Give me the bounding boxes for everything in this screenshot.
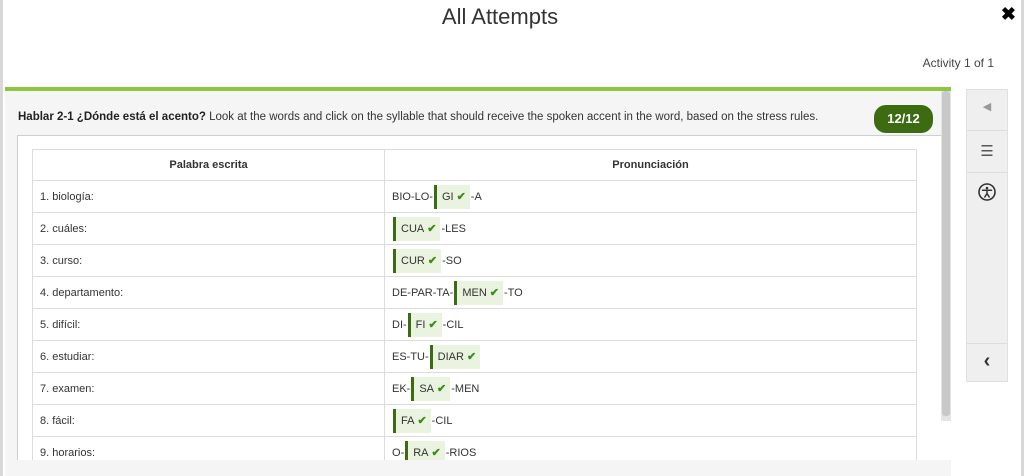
table-row: 1. biología: BIO-LO- GI ✔ -A (32, 180, 917, 213)
pronunciation-cell: BIO-LO- GI ✔ -A (384, 180, 917, 213)
syllable-after[interactable]: -MEN (451, 383, 479, 395)
stressed-syllable[interactable]: DIAR ✔ (429, 344, 481, 369)
table-row: 7. examen: EK- SA ✔ -MEN (32, 372, 917, 405)
stressed-syllable[interactable]: FI ✔ (407, 312, 442, 337)
stressed-syllable[interactable]: GI ✔ (433, 184, 470, 209)
word-cell: 7. examen: (32, 372, 385, 405)
pronunciation-cell: DE-PAR-TA- MEN ✔ -TO (384, 276, 917, 309)
score-badge: 12/12 (874, 105, 933, 133)
checkmark-icon: ✔ (456, 190, 466, 203)
stressed-syllable-label: FA (401, 414, 415, 427)
stressed-syllable-label: GI (441, 190, 454, 203)
word-cell: 1. biología: (32, 180, 385, 213)
stressed-syllable[interactable]: SA ✔ (411, 376, 451, 401)
answers-table: Palabra escrita Pronunciación 1. biologí… (32, 149, 917, 469)
syllable-after[interactable]: -CIL (432, 415, 453, 427)
content-scrollbar[interactable] (941, 91, 951, 421)
checkmark-icon: ✔ (428, 318, 438, 331)
checkmark-icon: ✔ (489, 286, 499, 299)
stressed-syllable-label: RA (413, 446, 429, 459)
scrollbar-thumb[interactable] (942, 91, 950, 416)
word-cell: 4. departamento: (32, 276, 385, 309)
menu-icon[interactable]: ☰ (967, 142, 1007, 160)
modal-left-edge (0, 0, 3, 476)
side-divider (967, 343, 1007, 344)
table-row: 4. departamento: DE-PAR-TA- MEN ✔ -TO (32, 276, 917, 309)
pronunciation-cell: CUA ✔ -LES (384, 212, 917, 245)
checkmark-icon: ✔ (427, 254, 438, 267)
syllable-before[interactable]: ES-TU- (392, 351, 429, 363)
syllable-before[interactable]: O- (392, 447, 404, 459)
syllable-after[interactable]: -SO (442, 255, 462, 267)
table-row: 6. estudiar: ES-TU- DIAR ✔ (32, 340, 917, 373)
syllable-after[interactable]: -RIOS (446, 447, 477, 459)
side-toolbar: ◀ ☰ ‹ (966, 89, 1008, 382)
syllable-after[interactable]: -LES (441, 223, 465, 235)
side-divider (967, 130, 1007, 131)
word-cell: 3. curso: (32, 244, 385, 277)
pronunciation-cell: EK- SA ✔ -MEN (384, 372, 917, 405)
stressed-syllable-label: MEN (462, 286, 487, 299)
word-cell: 2. cuáles: (32, 212, 385, 245)
activity-instructions: Hablar 2-1 ¿Dónde está el acento? Look a… (18, 110, 858, 124)
modal-title: All Attempts (441, 4, 559, 29)
accessibility-icon[interactable] (967, 182, 1007, 207)
prev-arrow-icon[interactable]: ◀ (967, 100, 1007, 113)
pronunciation-cell: CUR ✔ -SO (384, 244, 917, 277)
attempts-modal: All Attempts ✖ Activity 1 of 1 Hablar 2-… (0, 0, 1024, 476)
syllable-after[interactable]: -TO (504, 287, 523, 299)
accessibility-icon-svg (978, 183, 996, 201)
stressed-syllable-label: FI (415, 318, 426, 331)
pronunciation-cell: ES-TU- DIAR ✔ (384, 340, 917, 373)
header-palabra-escrita: Palabra escrita (32, 149, 385, 181)
header-pronunciacion: Pronunciación (384, 149, 917, 181)
syllable-after[interactable]: -CIL (443, 319, 464, 331)
table-header-row: Palabra escrita Pronunciación (32, 149, 917, 181)
activity-content: Hablar 2-1 ¿Dónde está el acento? Look a… (5, 91, 951, 476)
stressed-syllable[interactable]: CUA ✔ (393, 216, 441, 241)
pronunciation-cell: DI- FI ✔ -CIL (384, 308, 917, 341)
syllable-before[interactable]: BIO-LO- (392, 191, 433, 203)
stressed-syllable-label: CUR (401, 254, 425, 267)
table-row: 5. difícil: DI- FI ✔ -CIL (32, 308, 917, 341)
checkmark-icon: ✔ (427, 222, 437, 235)
table-row: 3. curso: CUR ✔ -SO (32, 244, 917, 277)
word-cell: 6. estudiar: (32, 340, 385, 373)
syllable-before[interactable]: DI- (392, 319, 407, 331)
checkmark-icon: ✔ (437, 382, 447, 395)
syllable-before[interactable]: EK- (392, 383, 410, 395)
checkmark-icon: ✔ (431, 446, 441, 459)
table-row: 2. cuáles: CUA ✔ -LES (32, 212, 917, 245)
activity-instruction-text: Look at the words and click on the sylla… (209, 111, 819, 123)
stressed-syllable-label: DIAR (437, 350, 464, 363)
checkmark-icon: ✔ (417, 414, 427, 427)
stressed-syllable[interactable]: CUR ✔ (393, 248, 442, 273)
activity-counter: Activity 1 of 1 (922, 56, 994, 70)
collapse-panel-icon[interactable]: ‹ (967, 350, 1007, 373)
stressed-syllable-label: CUA (401, 222, 425, 235)
stressed-syllable[interactable]: MEN ✔ (454, 280, 503, 305)
stressed-syllable-label: SA (419, 382, 435, 395)
pronunciation-cell: FA ✔ -CIL (384, 404, 917, 437)
syllable-after[interactable]: -A (471, 191, 482, 203)
bottom-edge (5, 460, 951, 476)
close-icon[interactable]: ✖ (1001, 4, 1016, 25)
activity-title: Hablar 2-1 ¿Dónde está el acento? (18, 111, 206, 123)
side-divider (967, 172, 1007, 173)
answers-table-container: Palabra escrita Pronunciación 1. biologí… (17, 135, 951, 476)
stressed-syllable[interactable]: FA ✔ (393, 408, 431, 433)
table-row: 8. fácil: FA ✔ -CIL (32, 404, 917, 437)
syllable-before[interactable]: DE-PAR-TA- (392, 287, 453, 299)
checkmark-icon: ✔ (466, 350, 477, 363)
word-cell: 8. fácil: (32, 404, 385, 437)
word-cell: 5. difícil: (32, 308, 385, 341)
